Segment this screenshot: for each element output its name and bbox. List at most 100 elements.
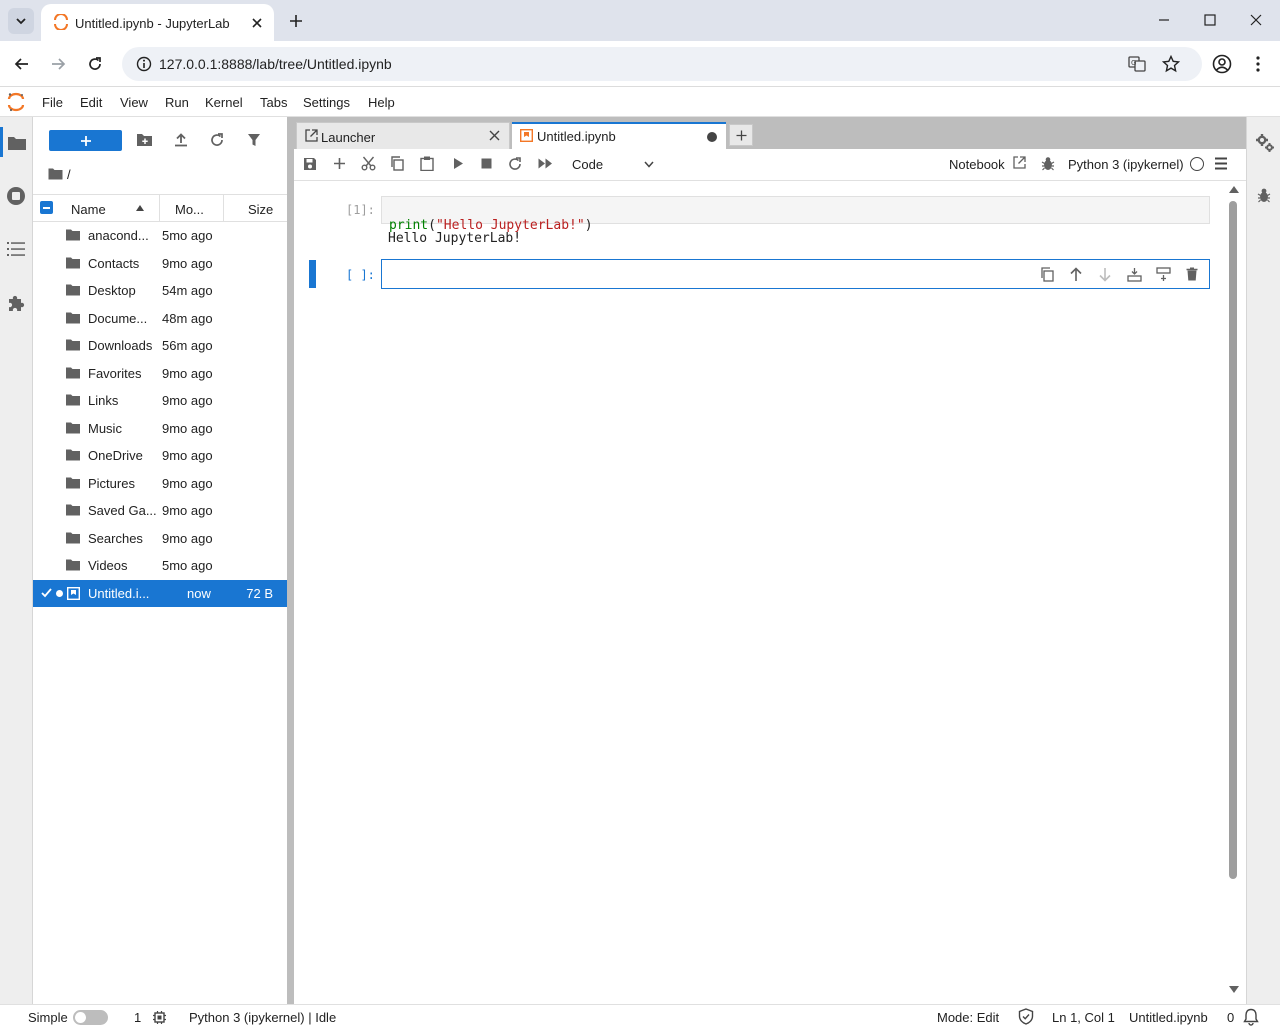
file-row[interactable]: anacond... 5mo ago — [33, 222, 287, 250]
trusted-shield-icon[interactable] — [1018, 1008, 1034, 1025]
menu-view[interactable]: View — [120, 95, 148, 110]
file-row[interactable]: Docume... 48m ago — [33, 305, 287, 333]
delete-cell-icon[interactable] — [1186, 267, 1198, 281]
property-inspector-gears-icon[interactable] — [1255, 133, 1275, 153]
folder-icon[interactable] — [7, 135, 27, 151]
jupyter-favicon — [53, 14, 69, 30]
save-icon[interactable] — [303, 157, 317, 171]
file-row[interactable]: OneDrive 9mo ago — [33, 442, 287, 470]
close-icon[interactable] — [489, 130, 500, 141]
close-window-button[interactable] — [1242, 8, 1270, 32]
external-link-icon[interactable] — [1013, 156, 1026, 169]
minimize-window-button[interactable] — [1150, 8, 1178, 32]
address-bar[interactable]: 127.0.0.1:8888/lab/tree/Untitled.ipynb G — [122, 47, 1202, 81]
tab-notebook-active[interactable]: Untitled.ipynb — [512, 122, 726, 150]
menu-run[interactable]: Run — [165, 95, 189, 110]
tab-launcher[interactable]: Launcher — [296, 122, 510, 149]
url-text: 127.0.0.1:8888/lab/tree/Untitled.ipynb — [159, 56, 392, 72]
back-button[interactable] — [10, 52, 34, 76]
file-row[interactable]: Saved Ga... 9mo ago — [33, 497, 287, 525]
paste-icon[interactable] — [420, 156, 434, 171]
select-all-checkbox[interactable] — [40, 201, 53, 214]
file-row[interactable]: Downloads 56m ago — [33, 332, 287, 360]
file-row[interactable]: Contacts 9mo ago — [33, 250, 287, 278]
restart-kernel-icon[interactable] — [508, 157, 522, 171]
copy-icon[interactable] — [390, 156, 404, 171]
file-row[interactable]: Pictures 9mo ago — [33, 470, 287, 498]
hamburger-menu-icon[interactable] — [1214, 157, 1228, 170]
menu-edit[interactable]: Edit — [80, 95, 102, 110]
scroll-up-arrow-icon[interactable] — [1229, 185, 1239, 193]
debugger-bug-icon[interactable] — [1041, 156, 1055, 171]
new-launcher-button[interactable] — [49, 130, 122, 151]
file-row-selected[interactable]: Untitled.i... now 72 B — [33, 579, 287, 607]
notebook-scrollbar[interactable] — [1226, 183, 1242, 1000]
file-row[interactable]: Music 9mo ago — [33, 415, 287, 443]
menu-file[interactable]: File — [42, 95, 63, 110]
cell-type-dropdown[interactable]: Code — [566, 154, 656, 176]
insert-above-icon[interactable] — [1127, 267, 1142, 282]
insert-cell-icon[interactable] — [333, 157, 346, 170]
simple-mode-toggle[interactable] — [73, 1010, 108, 1025]
move-up-icon[interactable] — [1069, 267, 1083, 282]
file-name: Desktop — [88, 283, 136, 298]
cursor-position[interactable]: Ln 1, Col 1 — [1052, 1010, 1115, 1025]
unsaved-dot-icon[interactable] — [707, 132, 717, 142]
open-notebook-link[interactable]: Notebook — [949, 157, 1005, 172]
fast-forward-icon[interactable] — [538, 158, 553, 169]
move-down-icon[interactable] — [1098, 267, 1112, 282]
column-header-name[interactable]: Name — [71, 202, 106, 217]
menu-settings[interactable]: Settings — [303, 95, 350, 110]
profile-button[interactable] — [1210, 52, 1234, 76]
column-header-size[interactable]: Size — [248, 202, 273, 217]
scrollbar-thumb[interactable] — [1229, 201, 1237, 879]
menu-tabs[interactable]: Tabs — [260, 95, 287, 110]
breadcrumb-path[interactable]: / — [67, 167, 71, 182]
breadcrumb-folder-icon[interactable] — [48, 168, 63, 180]
file-row[interactable]: Favorites 9mo ago — [33, 360, 287, 388]
file-modified: 9mo ago — [162, 503, 213, 518]
file-row[interactable]: Desktop 54m ago — [33, 277, 287, 305]
site-info-icon[interactable] — [136, 56, 152, 72]
table-of-contents-icon[interactable] — [7, 241, 25, 257]
duplicate-cell-icon[interactable] — [1040, 267, 1054, 282]
browser-tab-active[interactable]: Untitled.ipynb - JupyterLab — [41, 4, 274, 41]
kernel-gear-icon[interactable] — [152, 1010, 167, 1025]
bookmark-star-icon[interactable] — [1162, 55, 1180, 73]
menu-help[interactable]: Help — [368, 95, 395, 110]
kernel-status-text[interactable]: Python 3 (ipykernel) | Idle — [189, 1010, 336, 1025]
forward-button[interactable] — [46, 52, 70, 76]
refresh-button[interactable] — [210, 133, 224, 147]
terminal-count[interactable]: 1 — [134, 1010, 141, 1025]
kernel-name[interactable]: Python 3 (ipykernel) — [1068, 157, 1184, 172]
upload-button[interactable] — [174, 133, 188, 147]
translate-icon[interactable]: G — [1128, 55, 1146, 73]
stop-icon[interactable] — [481, 158, 492, 169]
bell-icon[interactable] — [1243, 1008, 1259, 1026]
cell-2-editor[interactable] — [381, 259, 1210, 289]
notification-count[interactable]: 0 — [1227, 1010, 1234, 1025]
maximize-window-button[interactable] — [1196, 8, 1224, 32]
new-tab-launcher-button[interactable] — [729, 124, 753, 146]
file-row[interactable]: Searches 9mo ago — [33, 525, 287, 553]
tab-search-button[interactable] — [8, 8, 34, 34]
filter-button[interactable] — [247, 133, 261, 147]
panel-splitter[interactable] — [287, 117, 294, 1004]
file-row[interactable]: Videos 5mo ago — [33, 552, 287, 580]
cut-icon[interactable] — [361, 156, 376, 171]
new-tab-button[interactable] — [284, 9, 308, 33]
insert-below-icon[interactable] — [1156, 267, 1171, 282]
menu-kernel[interactable]: Kernel — [205, 95, 243, 110]
browser-menu-button[interactable] — [1248, 52, 1268, 76]
debugger-bug-icon[interactable] — [1257, 187, 1271, 203]
file-row[interactable]: Links 9mo ago — [33, 387, 287, 415]
column-header-modified[interactable]: Mo... — [175, 202, 204, 217]
close-tab-icon[interactable] — [247, 13, 267, 33]
running-sessions-icon[interactable] — [6, 186, 26, 206]
extension-puzzle-icon[interactable] — [6, 293, 26, 313]
cell-1-editor[interactable]: print("Hello JupyterLab!") — [381, 196, 1210, 233]
new-folder-button[interactable] — [136, 133, 153, 147]
reload-button[interactable] — [83, 52, 107, 76]
run-icon[interactable] — [453, 157, 464, 170]
scroll-down-arrow-icon[interactable] — [1229, 986, 1239, 994]
